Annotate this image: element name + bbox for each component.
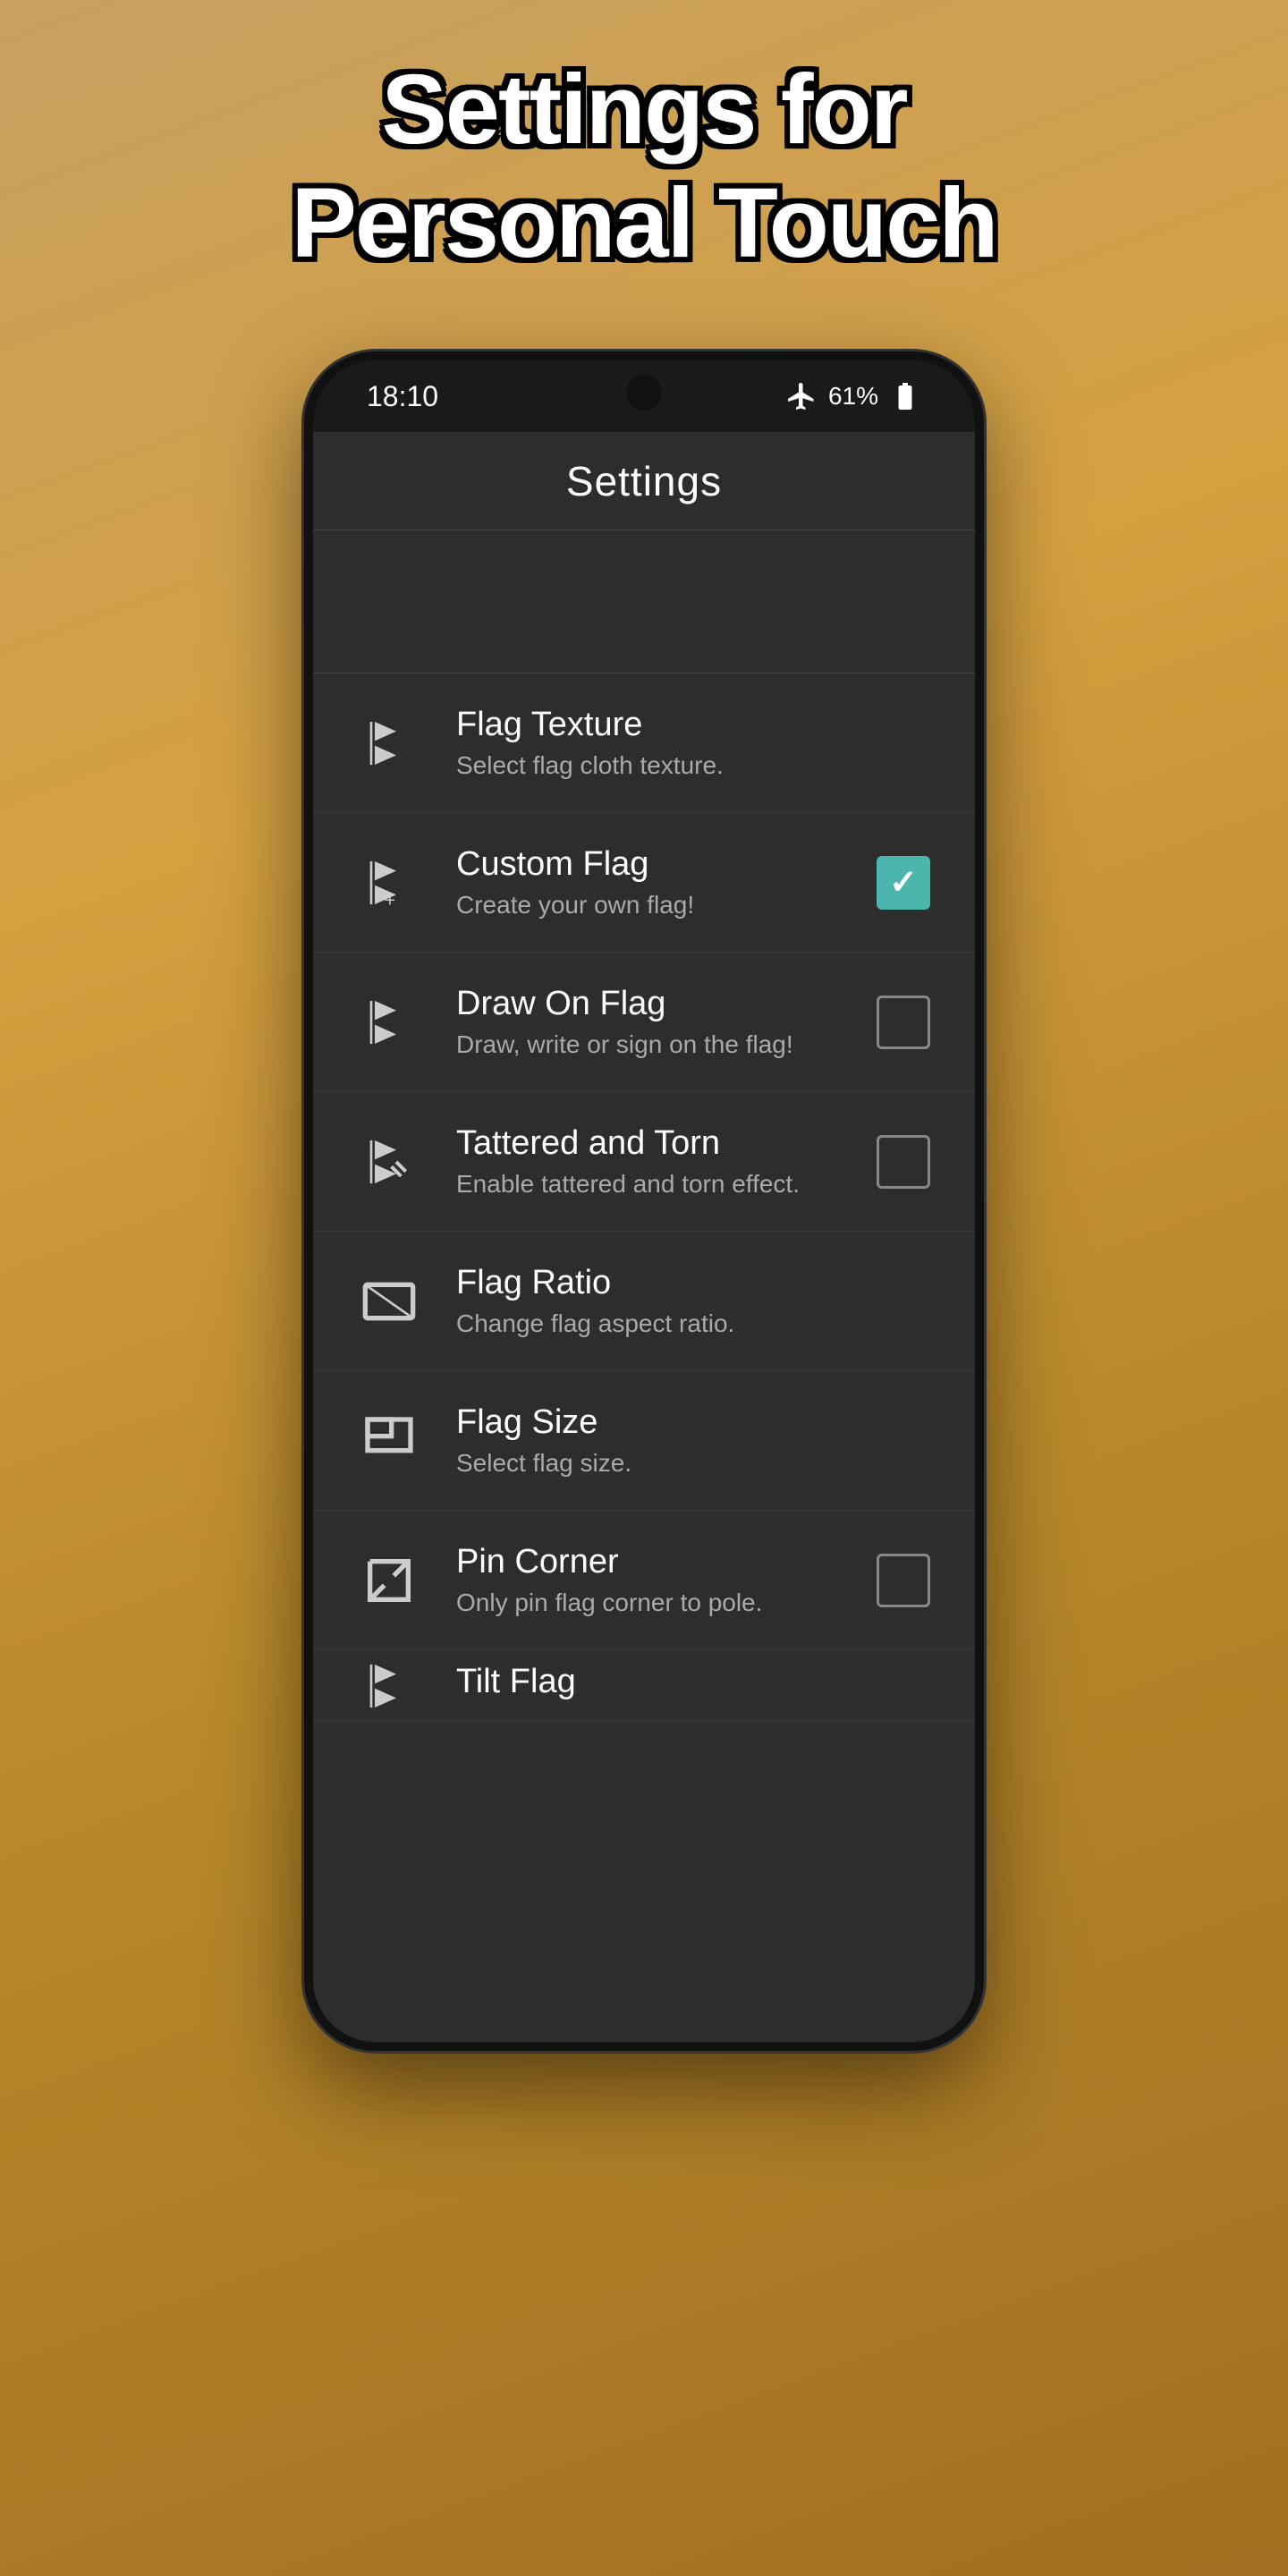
tattered-text: Tattered and Torn Enable tattered and to… [456,1124,841,1199]
settings-item-flag-size[interactable]: Flag Size Select flag size. [313,1371,975,1511]
settings-item-custom-flag[interactable]: + Custom Flag Create your own flag! [313,813,975,953]
app-title: Settings [566,457,722,505]
battery-percent: 61% [828,382,878,411]
flag-ratio-title: Flag Ratio [456,1264,930,1302]
page-headline: Settings for Personal Touch [220,54,1069,280]
tattered-subtitle: Enable tattered and torn effect. [456,1170,841,1199]
app-header: Settings [313,432,975,530]
custom-flag-control[interactable] [877,856,930,910]
flag-size-subtitle: Select flag size. [456,1449,930,1478]
tattered-title: Tattered and Torn [456,1124,841,1163]
status-icons: 61% [785,380,921,412]
pin-corner-checkbox[interactable] [877,1554,930,1607]
custom-flag-text: Custom Flag Create your own flag! [456,845,841,919]
settings-item-tattered[interactable]: Tattered and Torn Enable tattered and to… [313,1092,975,1232]
flag-texture-subtitle: Select flag cloth texture. [456,751,930,780]
settings-item-tilt-flag[interactable]: Tilt Flag [313,1650,975,1722]
flag-ratio-icon [358,1270,420,1333]
settings-item-draw-flag[interactable]: Draw On Flag Draw, write or sign on the … [313,953,975,1092]
draw-flag-control[interactable] [877,996,930,1049]
flag-size-icon [358,1410,420,1472]
pin-corner-text: Pin Corner Only pin flag corner to pole. [456,1543,841,1617]
empty-section [313,530,975,674]
tilt-flag-title: Tilt Flag [456,1663,930,1701]
pin-corner-icon [358,1549,420,1612]
custom-flag-subtitle: Create your own flag! [456,891,841,919]
tattered-control[interactable] [877,1135,930,1189]
headline-line2: Personal Touch [292,168,997,278]
custom-flag-title: Custom Flag [456,845,841,884]
flag-ratio-text: Flag Ratio Change flag aspect ratio. [456,1264,930,1338]
app-content: Settings Flag Texture Select flag cloth … [313,432,975,2042]
headline-line1: Settings for [381,55,906,165]
airplane-mode-icon [785,380,818,412]
tilt-flag-icon [358,1655,420,1717]
pin-corner-subtitle: Only pin flag corner to pole. [456,1589,841,1617]
flag-size-text: Flag Size Select flag size. [456,1403,930,1478]
svg-text:+: + [385,889,395,911]
tattered-flag-icon [358,1131,420,1193]
status-time: 18:10 [367,380,438,413]
flag-texture-text: Flag Texture Select flag cloth texture. [456,706,930,780]
flag-texture-icon [358,712,420,775]
settings-item-pin-corner[interactable]: Pin Corner Only pin flag corner to pole. [313,1511,975,1650]
draw-flag-subtitle: Draw, write or sign on the flag! [456,1030,841,1059]
flag-texture-title: Flag Texture [456,706,930,744]
settings-item-flag-ratio[interactable]: Flag Ratio Change flag aspect ratio. [313,1232,975,1371]
draw-flag-title: Draw On Flag [456,985,841,1023]
settings-item-flag-texture[interactable]: Flag Texture Select flag cloth texture. [313,674,975,813]
custom-flag-icon: + [358,852,420,914]
draw-flag-checkbox[interactable] [877,996,930,1049]
pin-corner-control[interactable] [877,1554,930,1607]
tilt-flag-text: Tilt Flag [456,1663,930,1708]
draw-flag-text: Draw On Flag Draw, write or sign on the … [456,985,841,1059]
flag-size-title: Flag Size [456,1403,930,1442]
phone-frame: 18:10 61% Settings [304,352,984,2051]
flag-ratio-subtitle: Change flag aspect ratio. [456,1309,930,1338]
battery-icon [889,380,921,412]
draw-flag-icon [358,991,420,1054]
custom-flag-checkbox[interactable] [877,856,930,910]
settings-list: Flag Texture Select flag cloth texture. … [313,674,975,1722]
tattered-checkbox[interactable] [877,1135,930,1189]
pin-corner-title: Pin Corner [456,1543,841,1581]
status-bar: 18:10 61% [313,360,975,432]
